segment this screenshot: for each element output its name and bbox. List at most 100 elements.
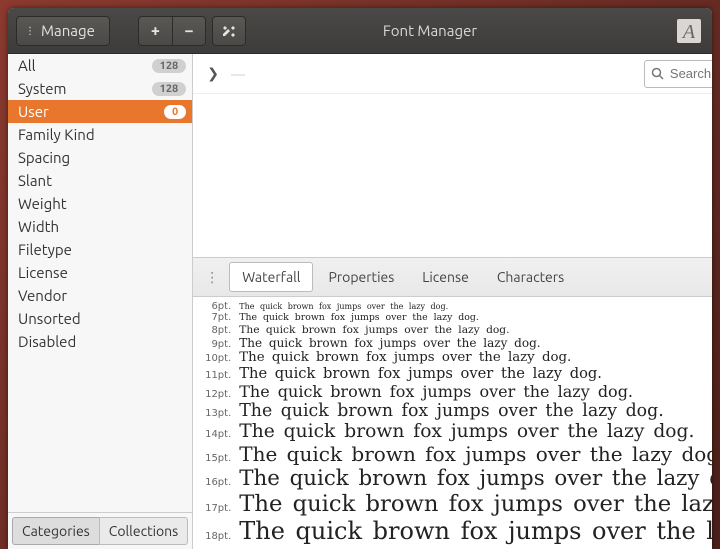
sidebar: All 128 System 128 User 0 Family Kind Spacing Sl…	[8, 54, 193, 549]
tab-properties[interactable]: Properties	[315, 262, 407, 292]
category-label: License	[18, 264, 68, 281]
waterfall-row: 7pt.The quick brown fox jumps over the l…	[195, 312, 712, 323]
waterfall-size-label: 16pt.	[195, 477, 239, 488]
waterfall-size-label: 6pt.	[195, 301, 239, 312]
category-label: Filetype	[18, 241, 72, 258]
plus-icon: +	[151, 22, 160, 40]
category-row[interactable]: All 128	[8, 54, 192, 77]
category-label: System	[18, 80, 67, 97]
category-label: Slant	[18, 172, 52, 189]
category-row[interactable]: Weight	[8, 192, 192, 215]
waterfall-size-label: 11pt.	[195, 370, 239, 381]
font-glyph-icon: A	[674, 16, 704, 46]
waterfall-sample-text: The quick brown fox jumps over the lazy …	[239, 401, 663, 421]
category-label: Weight	[18, 195, 67, 212]
waterfall-sample-text: The quick brown fox jumps over the lazy …	[239, 302, 448, 311]
waterfall-size-label: 10pt.	[195, 353, 239, 364]
category-label: Family Kind	[18, 126, 95, 143]
waterfall-size-label: 14pt.	[195, 429, 239, 440]
category-count-badge: 128	[152, 59, 187, 73]
drag-handle-icon[interactable]: ⋮	[197, 269, 227, 286]
waterfall-row: 9pt.The quick brown fox jumps over the l…	[195, 336, 712, 350]
category-row[interactable]: Slant	[8, 169, 192, 192]
waterfall-sample-text: The quick brown fox jumps over the lazy …	[239, 323, 509, 336]
tab-waterfall[interactable]: Waterfall	[229, 262, 313, 292]
waterfall-size-label: 17pt.	[195, 503, 239, 514]
waterfall-sample-text: The quick brown fox jumps over the lazy …	[239, 491, 712, 517]
category-row[interactable]: Vendor	[8, 284, 192, 307]
chevron-right-icon[interactable]: ❯	[201, 61, 225, 86]
waterfall-row: 17pt.The quick brown fox jumps over the …	[195, 491, 712, 517]
waterfall-sample-text: The quick brown fox jumps over the lazy …	[239, 382, 633, 401]
category-label: User	[18, 103, 49, 120]
search-box[interactable]	[644, 60, 712, 88]
category-label: Spacing	[18, 149, 70, 166]
sidebar-tabs: Categories Collections	[8, 512, 192, 549]
category-label: Vendor	[18, 287, 67, 304]
waterfall-row: 10pt.The quick brown fox jumps over the …	[195, 350, 712, 365]
category-row[interactable]: Disabled	[8, 330, 192, 353]
waterfall-sample-text: The quick brown fox jumps over the lazy …	[239, 466, 712, 491]
category-row[interactable]: Width	[8, 215, 192, 238]
waterfall-row: 6pt.The quick brown fox jumps over the l…	[195, 301, 712, 312]
waterfall-sample-text: The quick brown fox jumps over the lazy …	[239, 336, 540, 350]
waterfall-size-label: 8pt.	[195, 325, 239, 336]
preview-tabs: ⋮ Waterfall Properties License Character…	[193, 257, 712, 297]
manage-button[interactable]: ⋮ Manage	[16, 16, 110, 46]
waterfall-size-label: 9pt.	[195, 339, 239, 350]
waterfall-row: 18pt.The quick brown fox jumps over the …	[195, 517, 712, 545]
window-title: Font Manager	[246, 22, 674, 39]
category-row[interactable]: Unsorted	[8, 307, 192, 330]
waterfall-row: 15pt.The quick brown fox jumps over the …	[195, 442, 712, 466]
preferences-button[interactable]	[212, 16, 246, 46]
category-row[interactable]: Filetype	[8, 238, 192, 261]
waterfall-row: 14pt.The quick brown fox jumps over the …	[195, 421, 712, 442]
waterfall-sample-text: The quick brown fox jumps over the lazy …	[239, 421, 694, 442]
waterfall-row: 16pt.The quick brown fox jumps over the …	[195, 466, 712, 491]
search-icon	[651, 67, 664, 80]
category-count-badge: 0	[164, 105, 186, 119]
waterfall-size-label: 13pt.	[195, 408, 239, 419]
category-row[interactable]: License	[8, 261, 192, 284]
add-button[interactable]: +	[138, 16, 172, 46]
category-row[interactable]: Family Kind	[8, 123, 192, 146]
manage-label: Manage	[41, 22, 95, 39]
waterfall-sample-text: The quick brown fox jumps over the lazy …	[239, 365, 602, 382]
waterfall-size-label: 15pt.	[195, 453, 239, 464]
category-label: Disabled	[18, 333, 76, 350]
waterfall-row: 13pt.The quick brown fox jumps over the …	[195, 401, 712, 421]
category-list: All 128 System 128 User 0 Family Kind Spacing Sl…	[8, 54, 192, 512]
category-label: Width	[18, 218, 59, 235]
waterfall-sample-text: The quick brown fox jumps over the lazy …	[239, 312, 479, 323]
waterfall-row: 11pt.The quick brown fox jumps over the …	[195, 365, 712, 382]
waterfall-preview: 6pt.The quick brown fox jumps over the l…	[193, 297, 712, 549]
waterfall-row: 12pt.The quick brown fox jumps over the …	[195, 382, 712, 401]
tab-categories[interactable]: Categories	[12, 517, 99, 545]
category-count-badge: 128	[152, 82, 187, 96]
waterfall-size-label: 7pt.	[195, 312, 239, 323]
tab-license[interactable]: License	[409, 262, 482, 292]
search-input[interactable]	[668, 65, 712, 82]
category-label: All	[18, 57, 36, 74]
category-label: Unsorted	[18, 310, 81, 327]
waterfall-row: 8pt.The quick brown fox jumps over the l…	[195, 323, 712, 336]
category-row[interactable]: System 128	[8, 77, 192, 100]
font-family-area	[193, 94, 712, 257]
wrench-icon	[221, 23, 237, 39]
main-pane: ❯ — ⋮ Waterfall Properties License Chara…	[193, 54, 712, 549]
waterfall-sample-text: The quick brown fox jumps over the lazy …	[239, 350, 571, 365]
waterfall-sample-text: The quick brown fox jumps over the lazy …	[239, 517, 712, 545]
breadcrumb-placeholder: —	[231, 66, 245, 82]
content: All 128 System 128 User 0 Family Kind Spacing Sl…	[8, 54, 712, 549]
tab-collections[interactable]: Collections	[99, 517, 189, 545]
category-row[interactable]: Spacing	[8, 146, 192, 169]
window: ⋮ Manage + − Font Manager A All128System…	[8, 8, 712, 549]
tab-characters[interactable]: Characters	[484, 262, 577, 292]
svg-text:A: A	[681, 21, 696, 43]
remove-button[interactable]: −	[172, 16, 206, 46]
titlebar: ⋮ Manage + − Font Manager A	[8, 8, 712, 54]
waterfall-size-label: 18pt.	[195, 531, 239, 542]
waterfall-sample-text: The quick brown fox jumps over the lazy …	[239, 442, 712, 466]
category-row[interactable]: User 0	[8, 100, 192, 123]
menu-icon: ⋮	[25, 26, 35, 36]
